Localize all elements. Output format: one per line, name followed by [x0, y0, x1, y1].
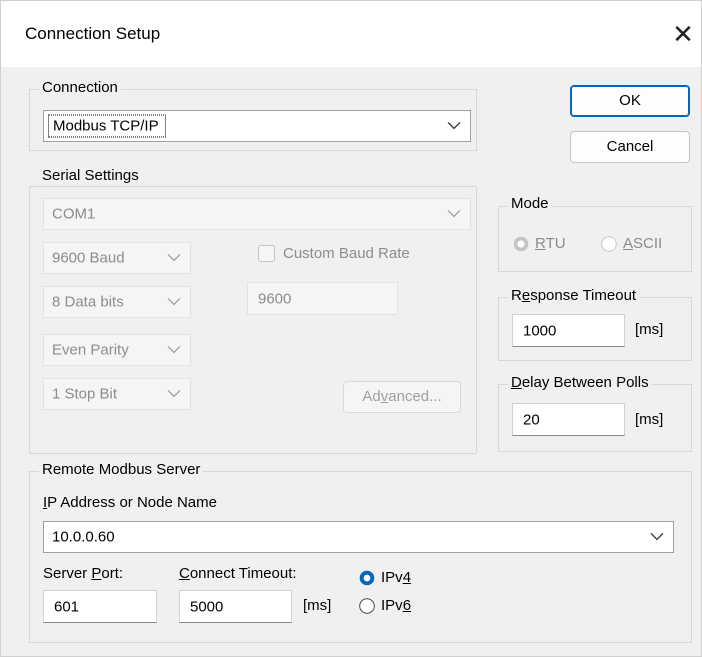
- ascii-radio[interactable]: [601, 236, 617, 252]
- parity-value: Even Parity: [52, 341, 129, 359]
- rtu-label: RTU: [535, 235, 566, 252]
- ascii-mnemonic: A: [623, 235, 634, 252]
- ip-address-label: IP Address or Node Name: [43, 494, 217, 511]
- response-timeout-label-part: R: [511, 287, 522, 304]
- serial-settings-label: Serial Settings: [39, 167, 142, 185]
- baud-rate-select[interactable]: 9600 Baud: [43, 242, 191, 274]
- server-port-label-part: Server: [43, 565, 92, 582]
- delay-between-polls-label-rest: elay Between Polls: [521, 374, 649, 391]
- response-timeout-label: Response Timeout: [508, 287, 640, 305]
- chevron-down-icon: [447, 209, 461, 218]
- response-timeout-mnemonic: e: [521, 287, 531, 304]
- chevron-down-icon: [650, 532, 664, 541]
- ipv4-mnemonic: 4: [402, 569, 412, 586]
- stop-bits-select[interactable]: 1 Stop Bit: [43, 378, 191, 410]
- response-timeout-value: 1000: [523, 322, 557, 339]
- com-port-select[interactable]: COM1: [43, 198, 471, 230]
- ascii-rest: SCII: [633, 235, 663, 252]
- connect-timeout-label: Connect Timeout:: [179, 565, 297, 582]
- chevron-down-icon: [167, 345, 181, 354]
- server-port-mnemonic: P: [91, 565, 102, 582]
- connect-timeout-label-rest: onnect Timeout:: [189, 565, 297, 582]
- server-port-input[interactable]: 601: [43, 590, 157, 623]
- connect-timeout-input[interactable]: 5000: [179, 590, 292, 623]
- connect-timeout-unit: [ms]: [303, 597, 332, 614]
- delay-between-polls-unit: [ms]: [635, 411, 664, 428]
- data-bits-select[interactable]: 8 Data bits: [43, 286, 191, 318]
- delay-between-polls-value: 20: [523, 411, 540, 428]
- parity-select[interactable]: Even Parity: [43, 334, 191, 366]
- chevron-down-icon: [447, 121, 461, 130]
- server-port-label-rest: ort:: [101, 565, 124, 582]
- close-icon[interactable]: ✕: [665, 17, 701, 53]
- chevron-down-icon: [167, 389, 181, 398]
- rtu-mnemonic: R: [535, 235, 546, 252]
- response-timeout-input[interactable]: 1000: [512, 314, 625, 347]
- connection-setup-dialog: Connection Setup ✕ Connection Modbus TCP…: [0, 0, 702, 657]
- server-port-label: Server Port:: [43, 565, 123, 582]
- stop-bits-value: 1 Stop Bit: [52, 385, 118, 403]
- chevron-down-icon: [167, 253, 181, 262]
- ipv4-radio[interactable]: [359, 570, 375, 586]
- ip-address-value: 10.0.0.60: [52, 528, 115, 546]
- ascii-label: ASCII: [623, 235, 662, 252]
- delay-between-polls-label: Delay Between Polls: [508, 374, 652, 392]
- baud-rate-value: 9600 Baud: [52, 249, 125, 267]
- connection-type-value: Modbus TCP/IP: [48, 114, 166, 138]
- ipv4-label-part: IPv: [381, 569, 403, 586]
- response-timeout-label-rest: sponse Timeout: [530, 287, 637, 304]
- ip-address-combobox[interactable]: 10.0.0.60: [43, 521, 674, 553]
- advanced-button[interactable]: Advanced...: [343, 381, 461, 413]
- ipv6-mnemonic: 6: [402, 597, 412, 614]
- connect-timeout-mnemonic: C: [179, 565, 190, 582]
- connection-group-label: Connection: [39, 79, 121, 97]
- ip-address-label-rest: P Address or Node Name: [47, 494, 217, 511]
- custom-baud-rate-label: Custom Baud Rate: [283, 245, 410, 262]
- ipv6-radio[interactable]: [359, 598, 375, 614]
- chevron-down-icon: [167, 297, 181, 306]
- delay-between-polls-mnemonic: D: [511, 374, 522, 391]
- server-port-value: 601: [54, 598, 80, 615]
- rtu-rest: TU: [545, 235, 566, 252]
- data-bits-value: 8 Data bits: [52, 293, 124, 311]
- ipv6-label: IPv6: [381, 597, 411, 614]
- title-bar: Connection Setup ✕: [1, 1, 701, 67]
- delay-between-polls-input[interactable]: 20: [512, 403, 625, 436]
- mode-group-label: Mode: [508, 195, 552, 213]
- window-title: Connection Setup: [25, 24, 161, 43]
- advanced-label-part: Ad: [362, 388, 381, 405]
- custom-baud-rate-value: 9600: [258, 290, 292, 307]
- com-port-value: COM1: [52, 205, 96, 223]
- custom-baud-rate-checkbox[interactable]: [258, 245, 275, 262]
- connect-timeout-value: 5000: [190, 598, 224, 615]
- ok-button[interactable]: OK: [570, 85, 690, 117]
- remote-modbus-server-label: Remote Modbus Server: [39, 461, 204, 479]
- ipv4-label: IPv4: [381, 569, 411, 586]
- advanced-label-rest: anced...: [388, 388, 442, 405]
- connection-type-select[interactable]: Modbus TCP/IP: [43, 110, 471, 142]
- rtu-radio[interactable]: [513, 236, 529, 252]
- ipv6-label-part: IPv: [381, 597, 403, 614]
- cancel-button[interactable]: Cancel: [570, 131, 690, 163]
- response-timeout-unit: [ms]: [635, 321, 664, 338]
- custom-baud-rate-input[interactable]: 9600: [247, 282, 398, 315]
